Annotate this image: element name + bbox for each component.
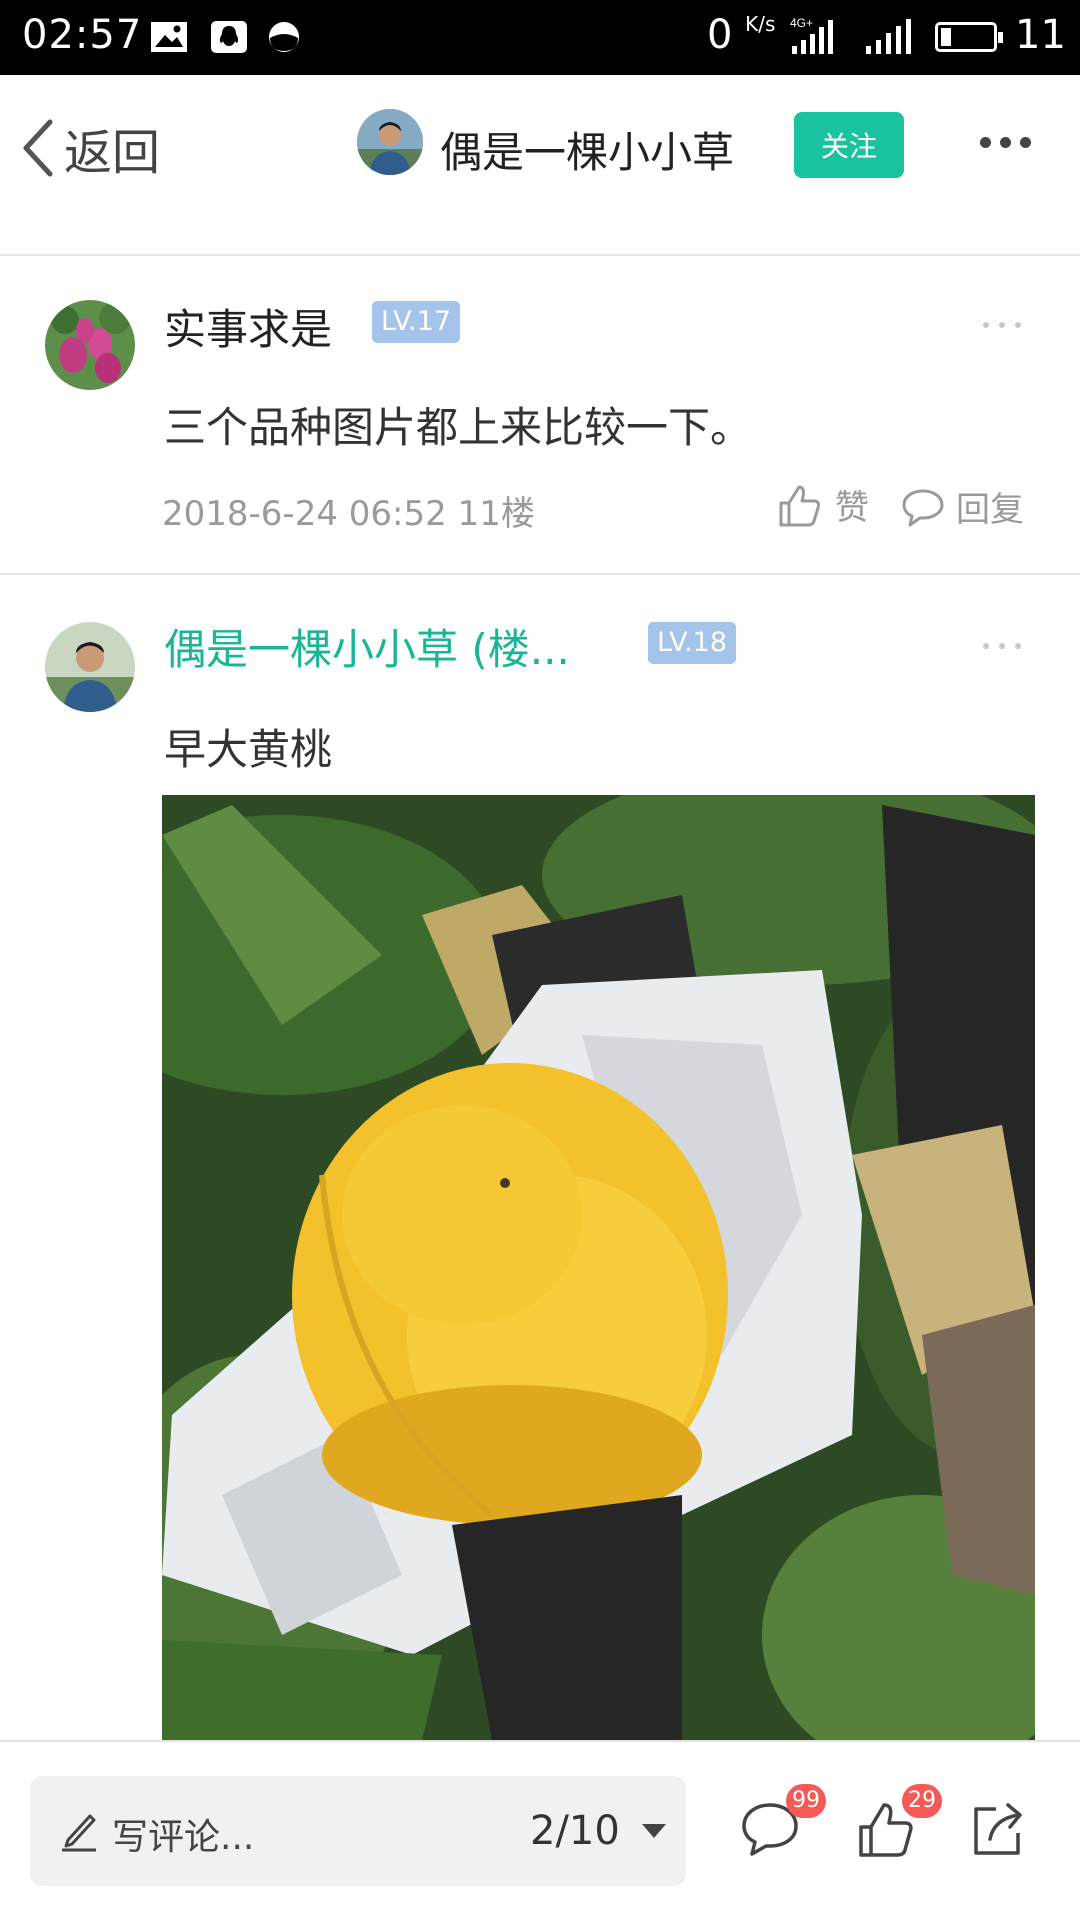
post-divider: [0, 573, 1080, 575]
comment-count-badge: 99: [786, 1784, 826, 1818]
post-avatar[interactable]: [45, 300, 135, 390]
author-username[interactable]: 偶是一棵小小草 (楼...: [164, 616, 570, 677]
back-button[interactable]: 返回: [20, 115, 160, 181]
comment-input[interactable]: 写评论... 2/10: [30, 1776, 686, 1886]
nav-username[interactable]: 偶是一棵小小草: [440, 119, 734, 180]
battery-icon: [935, 22, 1003, 52]
qq-icon: [211, 21, 247, 53]
post-more-icon[interactable]: [983, 322, 1021, 328]
status-time: 02:57: [22, 12, 143, 58]
level-badge: LV.17: [372, 301, 461, 343]
follow-button[interactable]: 关注: [794, 112, 904, 178]
post-more-icon[interactable]: [983, 643, 1021, 649]
image-icon: [151, 22, 187, 52]
signal-icon: [866, 19, 911, 54]
status-bar: 02:57 0 K/s 4G+ 11: [0, 0, 1080, 75]
battery-level: 11: [1015, 12, 1066, 58]
yellow-peach-photo[interactable]: [162, 795, 1035, 1740]
pencil-icon: [62, 1814, 96, 1852]
back-label: 返回: [64, 125, 161, 181]
like-button[interactable]: 赞: [775, 480, 869, 529]
page-indicator[interactable]: 2/10: [530, 1808, 620, 1854]
bottom-bar: 写评论... 2/10 99 29: [0, 1740, 1080, 1922]
comment-bubble-icon: [902, 489, 944, 526]
level-badge: LV.18: [648, 622, 737, 664]
top-nav: 返回 偶是一棵小小草 关注: [0, 75, 1080, 222]
author-avatar[interactable]: [357, 109, 423, 175]
post-content: 早大黄桃: [164, 725, 333, 774]
post-avatar[interactable]: [45, 622, 135, 712]
reply-label: 回复: [956, 490, 1024, 530]
more-options-icon[interactable]: [980, 137, 1031, 148]
thumbs-up-icon: [779, 485, 821, 526]
like-count-badge: 29: [902, 1784, 942, 1818]
reply-button[interactable]: 回复: [900, 482, 1024, 531]
net-speed: 0 K/s: [707, 12, 776, 58]
share-icon[interactable]: [966, 1797, 1030, 1861]
comment-placeholder: 写评论...: [112, 1817, 255, 1858]
signal-4g-icon: 4G+: [790, 16, 833, 54]
browser-icon: [269, 22, 299, 52]
chevron-left-icon: [23, 119, 53, 177]
post-meta: 2018-6-24 06:52 11楼: [162, 494, 535, 534]
svg-text:4G+: 4G+: [790, 16, 813, 30]
chevron-down-icon[interactable]: [642, 1824, 666, 1838]
like-label: 赞: [835, 488, 869, 528]
post-username[interactable]: 实事求是: [164, 296, 332, 357]
section-gap: [0, 220, 1080, 256]
post-content: 三个品种图片都上来比较一下。: [164, 403, 753, 452]
